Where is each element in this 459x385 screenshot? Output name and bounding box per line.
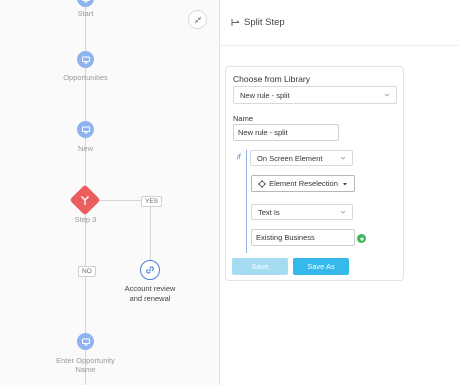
library-title: Choose from Library	[233, 74, 311, 84]
flow-canvas[interactable]: Start Opportunities New Step 3 YES NO Ac…	[0, 0, 219, 385]
save-as-button[interactable]: Save As	[293, 258, 349, 275]
collapse-icon	[194, 16, 201, 23]
split-step-icon	[231, 19, 240, 26]
condition-source-value: On Screen Element	[257, 153, 323, 163]
flow-node-label: Enter Opportunity Name	[56, 356, 115, 374]
flow-node-label: Step 3	[74, 215, 97, 224]
split-step-panel: Split Step Choose from Library New rule …	[220, 0, 459, 385]
chevron-down-icon	[340, 210, 346, 214]
flow-node-start[interactable]	[77, 0, 94, 7]
monitor-icon	[81, 56, 90, 63]
flow-node-new[interactable]	[77, 121, 94, 138]
element-reselection-label: Element Reselection	[269, 179, 338, 188]
add-condition-button[interactable]	[357, 234, 366, 243]
flow-node-account-review[interactable]	[140, 260, 160, 280]
flow-node-label: Account review and renewal	[124, 284, 176, 303]
flow-node-opportunities[interactable]	[77, 51, 94, 68]
element-reselection-button[interactable]: Element Reselection	[251, 175, 355, 192]
if-label: if	[237, 154, 241, 161]
flow-node-label: New	[77, 144, 93, 153]
branch-yes-tag: YES	[141, 196, 163, 207]
library-select-value: New rule - split	[240, 90, 290, 100]
operator-select[interactable]: Text Is	[251, 204, 353, 220]
condition-bracket	[246, 171, 247, 249]
connector-line	[150, 200, 151, 260]
flow-node-label: Start	[77, 9, 94, 18]
name-field-value: New rule - split	[238, 128, 288, 137]
condition-source-select[interactable]: On Screen Element	[250, 150, 353, 166]
rule-card: Choose from Library New rule - split Nam…	[225, 66, 404, 281]
save-button[interactable]: Save	[232, 258, 288, 275]
split-icon	[81, 196, 89, 205]
monitor-icon	[81, 0, 90, 2]
monitor-icon	[81, 126, 90, 133]
library-select[interactable]: New rule - split	[233, 86, 397, 104]
header-divider	[220, 45, 459, 46]
plus-icon	[359, 236, 364, 241]
caret-down-icon	[342, 182, 347, 185]
branch-no-tag: NO	[78, 266, 96, 277]
flow-node-label: Opportunities	[63, 73, 108, 82]
panel-title: Split Step	[244, 17, 285, 28]
name-field[interactable]: New rule - split	[233, 124, 339, 141]
crosshair-icon	[258, 179, 267, 188]
link-icon	[146, 266, 154, 274]
chevron-down-icon	[340, 156, 346, 160]
condition-value-field[interactable]: Existing Business	[251, 229, 355, 246]
operator-value: Text Is	[258, 207, 280, 217]
chevron-down-icon	[384, 93, 390, 97]
name-label: Name	[233, 114, 254, 123]
panel-header: Split Step	[231, 17, 285, 28]
condition-value: Existing Business	[256, 233, 315, 242]
flow-node-enter-opportunity-name[interactable]	[77, 333, 94, 350]
monitor-icon	[81, 338, 90, 345]
collapse-panel-button[interactable]	[188, 10, 207, 29]
